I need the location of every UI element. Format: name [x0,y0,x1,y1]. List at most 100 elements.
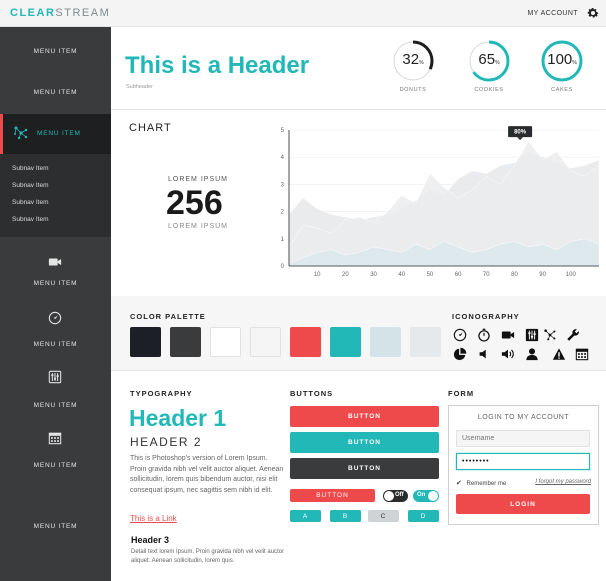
sample-header-2: HEADER 2 [130,435,203,449]
sidebar-item-2[interactable]: MENU ITEM [0,89,111,96]
annotation-label: 80% [514,130,527,136]
x-tick-label: 80 [511,272,518,278]
sample-paragraph: This is Photoshop's version of Lorem Ips… [130,455,284,494]
stat-value: 256 [166,184,223,222]
y-tick-label: 5 [281,128,285,134]
y-tick-label: 1 [281,237,285,243]
palette-section: COLOR PALETTE ICONOGRAPHY [111,296,606,370]
donut-label: DONUTS [399,87,427,93]
video-camera-icon [501,331,515,339]
iconography-title: ICONOGRAPHY [452,312,520,321]
primary-button[interactable]: BUTTON [290,406,439,427]
x-tick-label: 50 [427,272,434,278]
segment-b-button[interactable]: B [330,510,361,522]
y-tick-label: 3 [281,182,285,188]
logo-light: STREAM [55,7,111,19]
dark-button[interactable]: BUTTON [290,458,439,479]
x-tick-label: 70 [483,272,490,278]
color-swatch [210,327,241,357]
subheader: Subheader [126,84,153,90]
gear-icon[interactable] [586,6,600,20]
chart-section: CHART LOREM IPSUM 256 LOREM IPSUM 0 1 2 3 4 5… [111,110,606,296]
network-icon [544,329,556,341]
typography-title: TYPOGRAPHY [130,389,193,398]
subnav: Subnav Item Subnav Item Subnav Item Subn… [0,154,111,237]
equalizer-icon[interactable] [48,370,62,384]
warning-icon [552,348,566,360]
sidebar-item-5[interactable]: MENU ITEM [0,341,111,348]
segment-a-button[interactable]: A [290,510,321,522]
logo-bold: CLEAR [10,7,56,19]
color-swatch [290,327,321,357]
pie-chart-icon [453,347,467,361]
small-button[interactable]: BUTTON [290,489,375,502]
remember-me-label: Remember me [466,481,507,487]
sidebar-item-1[interactable]: MENU ITEM [0,48,111,55]
login-button[interactable]: LOGIN [456,494,590,514]
segment-c-button[interactable]: C [368,510,399,522]
x-tick-label: 100 [566,272,577,278]
subnav-item-1[interactable]: Subnav Item [12,165,49,172]
x-tick-label: 10 [314,272,321,278]
color-swatch [170,327,201,357]
compass-icon[interactable] [48,311,62,325]
donut-value: 100% [547,51,577,68]
remember-me[interactable]: ✔ Remember me [456,479,506,487]
login-form-title: LOGIN TO MY ACCOUNT [477,414,570,421]
sidebar-item-active[interactable]: MENU ITEM [0,114,111,154]
stat-label-top: LOREM IPSUM [168,176,229,183]
x-tick-label: 60 [455,272,462,278]
x-tick-label: 40 [398,272,405,278]
sidebar-item-4[interactable]: MENU ITEM [0,280,111,287]
forgot-password-link[interactable]: I forgot my password [535,479,591,485]
sidebar-item-active-label: MENU ITEM [37,130,81,137]
donut-chart-cakes: 100% CAKES [540,39,584,99]
login-form: LOGIN TO MY ACCOUNT ✔ Remember me I forg… [448,405,599,525]
area-chart: 0 1 2 3 4 5 10 20 30 40 50 60 70 80 90 100 80% [281,126,600,278]
y-tick-label: 0 [281,264,285,270]
buttons-title: BUTTONS [290,389,334,398]
subnav-item-3[interactable]: Subnav Item [12,199,49,206]
sample-header-1: Header 1 [129,405,227,431]
wrench-icon [567,329,579,341]
toggle-off[interactable]: Off [383,490,408,502]
sidebar-item-6[interactable]: MENU ITEM [0,402,111,409]
donut-label: COOKIES [474,87,504,93]
toggle-knob [384,491,394,501]
form-title: FORM [448,389,475,398]
secondary-button[interactable]: BUTTON [290,432,439,453]
color-swatch [370,327,401,357]
equalizer-icon [525,328,539,342]
my-account-link[interactable]: MY ACCOUNT [527,10,578,17]
chart-title: CHART [129,122,172,134]
header-section: This is a Header Subheader 32% DONUTS 65… [111,27,606,110]
segment-d-button[interactable]: D [408,510,439,522]
toggle-on-label: On [417,492,426,498]
video-camera-icon[interactable] [48,255,62,269]
page-title: This is a Header [125,52,310,79]
toggle-off-label: Off [395,492,404,498]
network-icon [14,126,28,140]
logo[interactable]: CLEARSTREAM [10,7,110,19]
y-tick-label: 2 [281,210,285,216]
toggle-knob [428,491,438,501]
donut-value: 65% [478,51,500,68]
sample-link[interactable]: This is a Link [130,514,177,523]
calendar-icon[interactable] [48,431,62,445]
color-swatch [330,327,361,357]
sidebar-item-7[interactable]: MENU ITEM [0,462,111,469]
password-field[interactable] [456,453,590,470]
stopwatch-icon [478,328,490,342]
sidebar: MENU ITEM MENU ITEM MENU ITEM Subnav Ite… [0,27,111,581]
sidebar-item-8[interactable]: MENU ITEM [0,523,111,530]
username-field[interactable] [456,430,590,447]
volume-high-icon [501,349,514,359]
user-icon [526,348,538,361]
subnav-item-4[interactable]: Subnav Item [12,216,49,223]
sample-header-3: Header 3 [131,535,170,545]
checkmark-icon[interactable]: ✔ [456,480,462,487]
y-tick-label: 4 [281,155,285,161]
subnav-item-2[interactable]: Subnav Item [12,182,49,189]
color-swatch [250,327,281,357]
toggle-on[interactable]: On [413,490,439,502]
